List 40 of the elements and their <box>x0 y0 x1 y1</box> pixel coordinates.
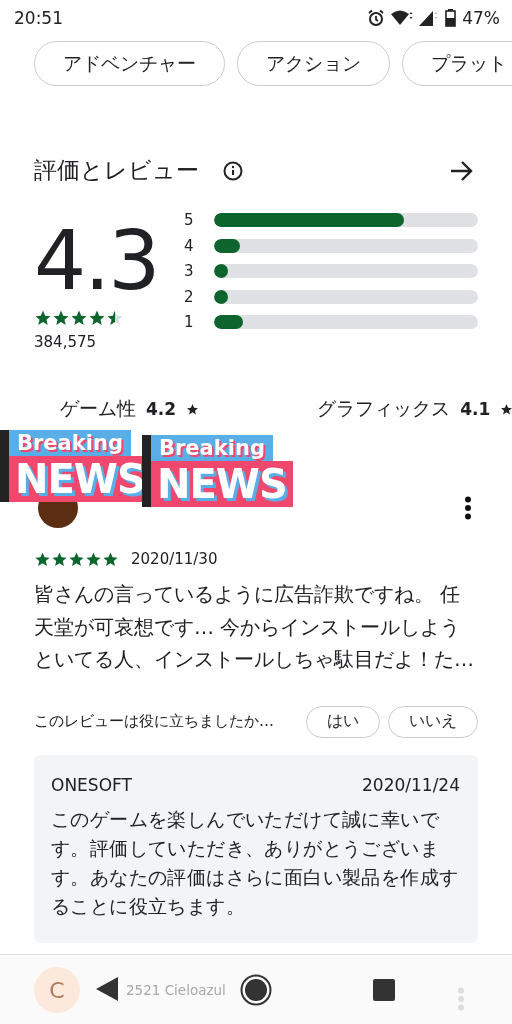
section-title: 評価とレビュー <box>34 156 199 185</box>
battery-percent: 47% <box>462 8 500 28</box>
review-date: 2020/11/30 <box>131 550 218 568</box>
star-level-label: 4 <box>184 236 195 255</box>
category-score: 4.1 <box>460 399 491 419</box>
reply-text: このゲームを楽しんでいただけて誠に幸いです。評価していただき、ありがとうございます。あなたの評価はさらに面白い製品を作成することに役立ちます。 <box>51 806 460 919</box>
reply-date: 2020/11/24 <box>362 774 460 795</box>
star-icon <box>186 402 200 416</box>
review-count: 384,575 <box>34 333 98 351</box>
signal-icon <box>419 10 440 26</box>
battery-icon <box>445 9 457 27</box>
category-label: ゲーム性 <box>60 396 136 421</box>
alarm-icon <box>367 9 386 27</box>
star-level-label: 1 <box>184 313 195 331</box>
clock-time: 20:51 <box>14 8 63 28</box>
home-icon[interactable] <box>240 974 272 1006</box>
review-text: 皆さんの言っているように広告詐欺ですね。 任天堂が可哀想です… 今からインストールしようといてる人、インストールしちゃ駄目だよ！た… <box>34 581 475 673</box>
avatar-letter: C <box>34 967 80 1013</box>
helpful-prompt: このレビューは役に立ちましたか… <box>34 712 274 731</box>
back-icon[interactable] <box>96 977 118 1001</box>
star-level-label: 3 <box>184 262 195 280</box>
more-options-icon[interactable] <box>464 496 472 520</box>
reply-author: ONESOFT <box>51 774 132 795</box>
info-icon[interactable] <box>223 160 243 181</box>
genre-chip[interactable]: アクション <box>237 41 390 86</box>
category-label: グラフィックス <box>317 396 451 421</box>
vote-button[interactable]: はい <box>306 705 380 738</box>
star-level-label: 2 <box>184 287 195 306</box>
genre-chip[interactable]: プラット <box>402 41 512 86</box>
arrow-right-icon[interactable] <box>450 159 474 182</box>
star-level-label: 5 <box>184 211 195 229</box>
wifi-icon <box>391 10 414 26</box>
more-options-icon <box>457 987 465 1011</box>
category-score: 4.2 <box>146 399 177 419</box>
reviewer-name: 2521 Cieloazul <box>126 982 226 998</box>
news-sticker: Breaking NEWS <box>142 435 293 507</box>
vote-button[interactable]: いいえ <box>388 705 478 738</box>
star-icon <box>500 402 512 416</box>
genre-chip[interactable]: アドベンチャー <box>34 41 225 86</box>
average-rating: 4.3 <box>34 221 160 301</box>
